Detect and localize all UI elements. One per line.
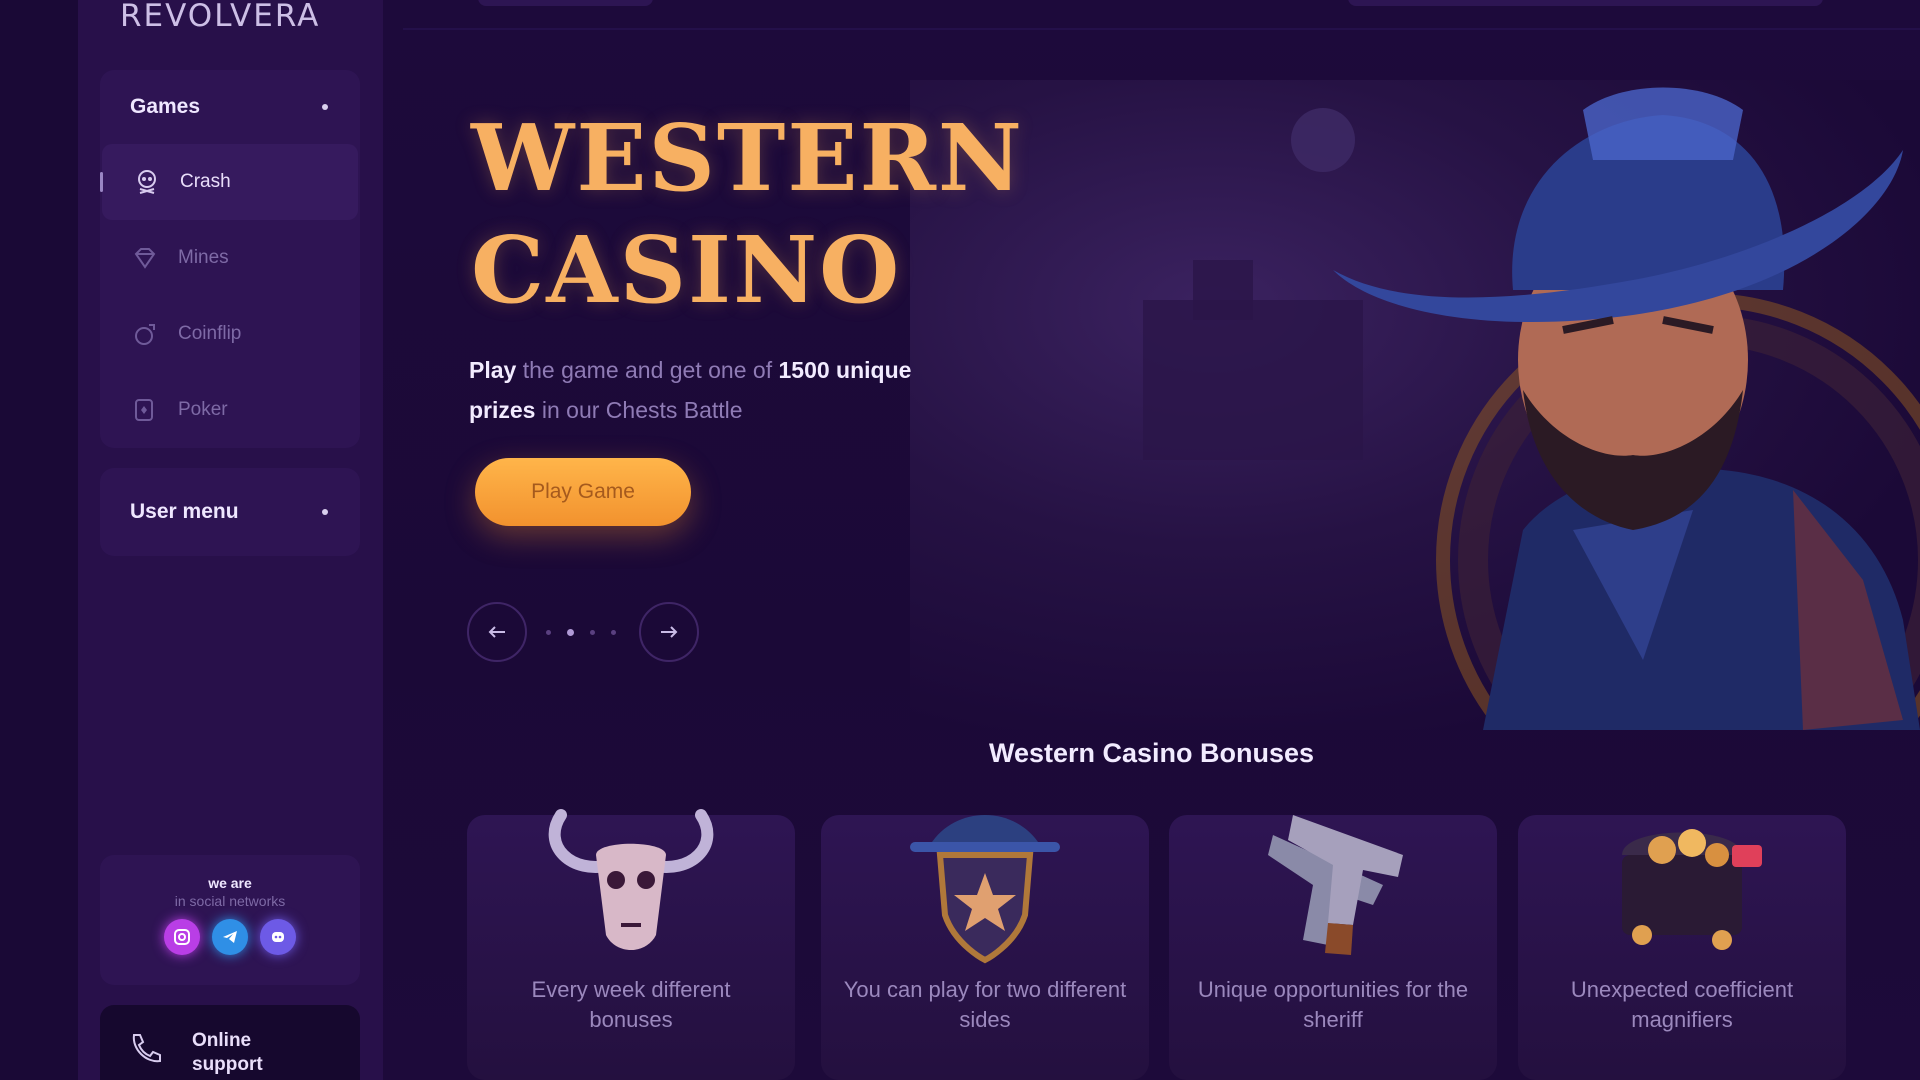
slider-dot-active[interactable] — [567, 629, 574, 636]
slider-dot[interactable] — [590, 630, 595, 635]
hero-desc-bold1: Play — [469, 357, 517, 383]
sheriff-badge-icon — [910, 815, 1060, 964]
slider-prev-button[interactable] — [467, 602, 527, 662]
hero-title-line2: CASINO — [471, 216, 902, 324]
social-title: we are — [208, 875, 252, 891]
arrow-left-icon — [488, 626, 505, 638]
slider-dot[interactable] — [546, 630, 551, 635]
support-phone-icon — [126, 1029, 166, 1074]
telegram-icon[interactable] — [212, 919, 248, 955]
sidebar-item-coinflip[interactable]: Coinflip — [100, 296, 360, 372]
hero-desc-text1: the game and get one of — [516, 357, 779, 383]
sidebar-item-poker[interactable]: Poker — [100, 372, 360, 448]
user-menu-header[interactable]: User menu — [100, 468, 360, 556]
bonus-text: Unexpected coefficient magnifiers — [1570, 977, 1794, 1032]
topbar-user-bar[interactable] — [1348, 0, 1823, 6]
slider-next-button[interactable] — [639, 602, 699, 662]
user-menu-panel: User menu — [100, 468, 360, 556]
collapse-dot-icon[interactable] — [322, 104, 328, 110]
bonus-text: Unique opportunities for the sheriff — [1197, 977, 1469, 1032]
main-content: WESTERN CASINO Play the game and get one… — [383, 0, 1920, 1080]
cowboy-illustration — [1143, 87, 1920, 730]
social-panel: we are in social networks — [100, 855, 360, 985]
sidebar-item-label: Mines — [178, 247, 229, 268]
sidebar-item-mines[interactable]: Mines — [100, 220, 360, 296]
topbar-search[interactable] — [478, 0, 653, 6]
sidebar-item-label: Coinflip — [178, 323, 242, 344]
discord-icon[interactable] — [260, 919, 296, 955]
hero-desc-text2: in our Chests Battle — [535, 397, 743, 423]
hero-title-line1: WESTERN — [471, 104, 1025, 212]
hero-banner: WESTERN CASINO Play the game and get one… — [383, 40, 1920, 730]
skull-icon — [132, 167, 162, 197]
bull-skull-icon — [548, 809, 714, 950]
support-label: Online support — [192, 1030, 263, 1075]
bonus-card[interactable]: Every week different bonuses — [467, 809, 795, 1080]
diamond-icon — [130, 243, 160, 273]
coinflip-icon — [130, 319, 160, 349]
social-links — [100, 919, 360, 955]
instagram-icon[interactable] — [164, 919, 200, 955]
games-header[interactable]: Games — [100, 70, 360, 144]
bonus-card[interactable]: Unique opportunities for the sheriff — [1169, 815, 1497, 1080]
online-support-button[interactable]: Online support — [100, 1005, 360, 1080]
sidebar: REVOLVERA Games Crash Mines Coinflip Pok… — [78, 0, 383, 1080]
games-panel: Games Crash Mines Coinflip Poker — [100, 70, 360, 448]
bonuses-title: Western Casino Bonuses — [988, 738, 1315, 768]
hero-description: Play the game and get one of 1500 unique… — [469, 350, 949, 430]
sidebar-item-label: Crash — [180, 171, 231, 192]
arrow-right-icon — [661, 626, 678, 638]
hero-title: WESTERN CASINO — [471, 102, 1024, 326]
games-header-label: Games — [130, 95, 201, 118]
topbar-divider — [403, 28, 1920, 30]
sidebar-item-crash[interactable]: Crash — [100, 144, 358, 220]
social-subtitle: in social networks — [174, 893, 286, 909]
play-game-button[interactable]: Play Game — [475, 458, 691, 526]
slider-dot[interactable] — [611, 630, 616, 635]
left-gutter — [0, 0, 78, 1080]
cards-icon — [130, 395, 160, 425]
revolvers-icon — [1268, 815, 1403, 955]
collapse-dot-icon[interactable] — [322, 509, 328, 515]
user-menu-label: User menu — [130, 500, 239, 523]
treasure-chest-icon — [1622, 829, 1762, 950]
slider-dots — [546, 629, 616, 636]
bonus-card[interactable]: You can play for two different sides — [821, 815, 1149, 1080]
brand-logo[interactable]: REVOLVERA — [120, 0, 320, 36]
bonus-text: Every week different bonuses — [531, 977, 731, 1032]
bonus-text: You can play for two different sides — [843, 977, 1127, 1032]
sidebar-item-label: Poker — [178, 399, 228, 420]
bonus-card[interactable]: Unexpected coefficient magnifiers — [1518, 815, 1846, 1080]
